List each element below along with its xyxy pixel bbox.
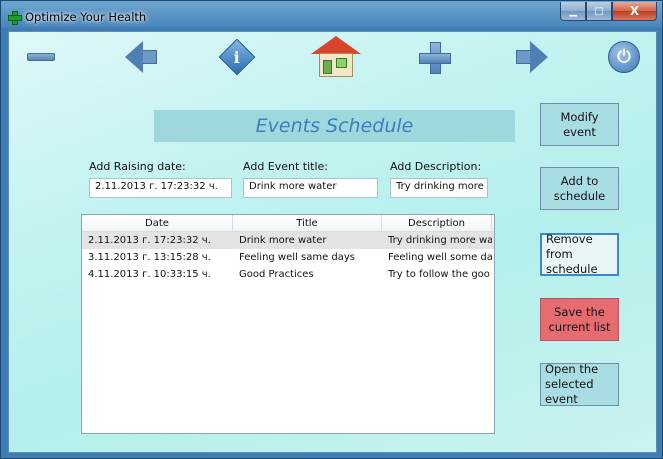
cell-title: Drink more water [239,235,327,246]
maximize-button[interactable]: □ [586,2,612,21]
description-field[interactable]: Try drinking more wa [390,178,488,198]
window-controls: ▁ □ X [560,2,657,21]
cell-date: 3.11.2013 г. 13:15:28 ч. [88,252,211,263]
page-title: Events Schedule [154,110,515,142]
title-label: Add Event title: [243,160,329,173]
back-arrow-icon[interactable] [119,36,163,78]
client-area: i ⏻ Events Schedule Add Raising date: Ad… [8,31,657,453]
cell-title: Feeling well same days [239,252,356,263]
date-label: Add Raising date: [89,160,186,173]
home-icon[interactable] [308,36,364,78]
add-to-schedule-button[interactable]: Add to schedule [540,167,619,210]
modify-event-button[interactable]: Modify event [540,103,619,146]
info-icon[interactable]: i [215,36,259,78]
app-window: Optimize Your Health ▁ □ X i ⏻ Events Sc… [0,0,663,459]
events-table[interactable]: Date Title Description 2.11.2013 г. 17:2… [81,214,495,434]
table-header: Date Title Description [82,215,494,232]
plus-icon[interactable] [412,36,456,78]
column-header-title[interactable]: Title [233,215,382,231]
cell-date: 2.11.2013 г. 17:23:32 ч. [88,235,211,246]
power-icon[interactable]: ⏻ [602,36,646,78]
remove-from-schedule-button[interactable]: Remove from schedule [540,232,619,276]
table-row[interactable]: 4.11.2013 г. 10:33:15 ч. Good Practices … [82,266,494,283]
minus-icon[interactable] [19,36,63,78]
cell-description: Try drinking more wa [388,235,492,246]
forward-arrow-icon[interactable] [510,36,554,78]
table-row[interactable]: 2.11.2013 г. 17:23:32 ч. Drink more wate… [82,232,494,249]
close-button[interactable]: X [612,2,657,21]
cell-date: 4.11.2013 г. 10:33:15 ч. [88,269,211,280]
column-header-description[interactable]: Description [382,215,492,231]
table-row[interactable]: 3.11.2013 г. 13:15:28 ч. Feeling well sa… [82,249,494,266]
app-plus-icon [8,11,22,25]
title-bar[interactable]: Optimize Your Health ▁ □ X [1,1,662,31]
save-list-button[interactable]: Save the current list [540,298,619,341]
toolbar: i ⏻ [9,32,656,82]
open-selected-event-button[interactable]: Open the selected event [540,362,619,406]
column-header-date[interactable]: Date [82,215,233,231]
cell-description: Feeling well some day [388,252,492,263]
title-field[interactable]: Drink more water [243,178,378,198]
window-title: Optimize Your Health [25,10,147,24]
minimize-button[interactable]: ▁ [560,2,586,21]
cell-title: Good Practices [239,269,314,280]
date-field[interactable]: 2.11.2013 г. 17:23:32 ч. [89,178,232,198]
description-label: Add Description: [390,160,482,173]
cell-description: Try to follow the goo [388,269,490,280]
